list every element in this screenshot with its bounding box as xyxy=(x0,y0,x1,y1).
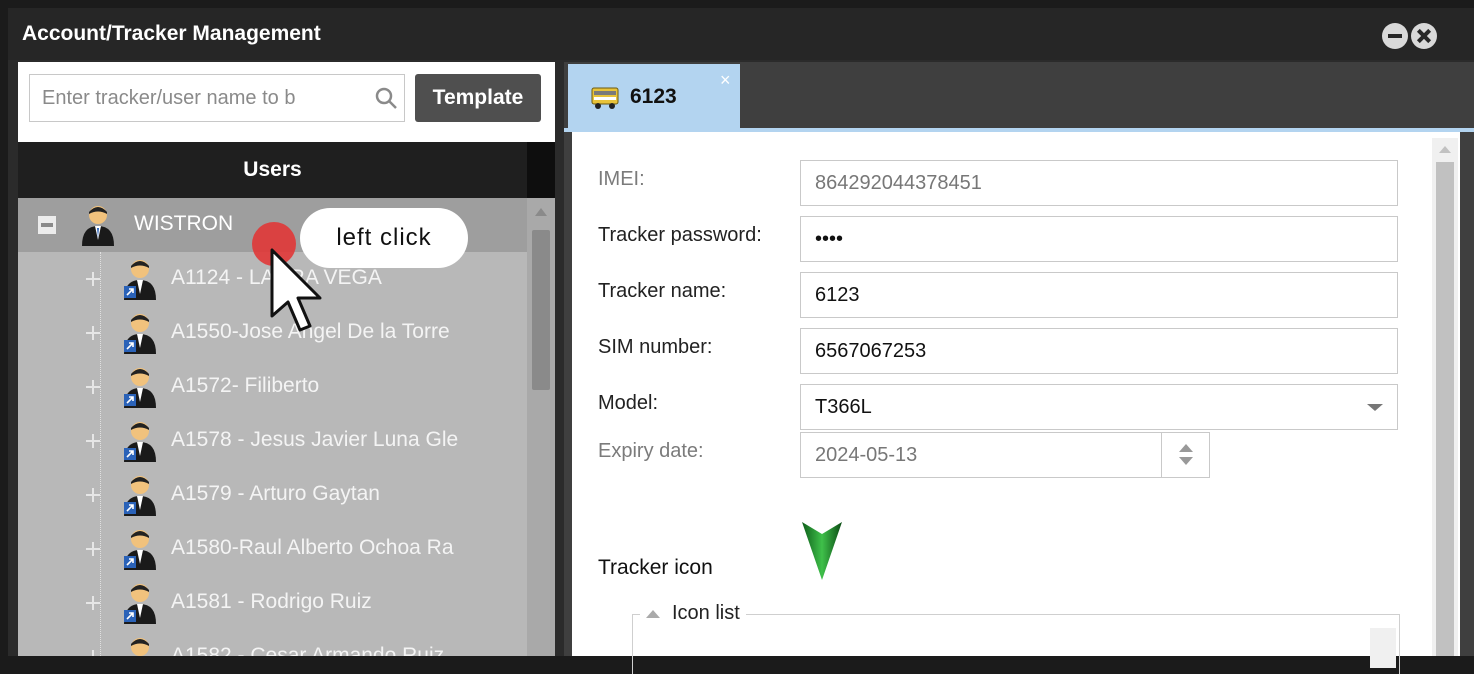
tracker-name-label: Tracker name: xyxy=(598,280,727,302)
user-icon xyxy=(124,476,156,516)
expiry-date-field[interactable]: 2024-05-13 xyxy=(800,432,1162,478)
header-scroll-gutter xyxy=(527,142,555,198)
scroll-up-icon[interactable] xyxy=(1439,146,1451,153)
tab-tracker[interactable]: 6123 × xyxy=(568,64,740,128)
expiry-label: Expiry date: xyxy=(598,440,704,462)
title-bar: Account/Tracker Management xyxy=(8,8,1474,60)
tracker-form: IMEI: 864292044378451 Tracker password: … xyxy=(572,132,1460,674)
user-icon xyxy=(124,260,156,300)
password-field[interactable]: •••• xyxy=(800,216,1398,262)
icon-list-label: Icon list xyxy=(672,602,740,624)
arrow-marker-icon[interactable] xyxy=(800,520,844,582)
icon-list-toggle[interactable]: Icon list xyxy=(640,602,746,625)
tree-item-label: A1581 - Rodrigo Ruiz xyxy=(171,590,372,613)
user-icon xyxy=(124,314,156,354)
expand-icon[interactable] xyxy=(86,596,100,610)
tracker-detail-panel: 6123 × IMEI: 864292044378451 Tracker pas… xyxy=(564,62,1474,674)
expand-icon[interactable] xyxy=(86,272,100,286)
imei-field: 864292044378451 xyxy=(800,160,1398,206)
expand-icon[interactable] xyxy=(86,488,100,502)
close-icon[interactable] xyxy=(1411,23,1437,49)
tree-item[interactable]: A1581 - Rodrigo Ruiz xyxy=(18,576,527,630)
form-scrollbar[interactable] xyxy=(1432,138,1458,656)
model-value: T366L xyxy=(815,396,872,418)
model-select[interactable]: T366L xyxy=(800,384,1398,430)
user-icon xyxy=(124,530,156,570)
user-tree-panel: Template Users WISTRON A1124 - LAURA VE xyxy=(18,62,555,656)
truck-icon xyxy=(591,87,619,109)
scroll-thumb[interactable] xyxy=(1436,162,1454,656)
tree-scrollbar[interactable] xyxy=(527,198,555,656)
tree-root-label: WISTRON xyxy=(134,212,234,235)
tree-item-label: A1578 - Jesus Javier Luna Gle xyxy=(171,428,459,451)
tree-item[interactable]: A1579 - Arturo Gaytan xyxy=(18,468,527,522)
tree-item-label: A1579 - Arturo Gaytan xyxy=(171,482,380,505)
minimize-icon[interactable] xyxy=(1382,23,1408,49)
user-icon xyxy=(124,584,156,624)
search-box xyxy=(29,74,405,122)
tree-item[interactable]: A1572- Filiberto xyxy=(18,360,527,414)
chevron-down-icon[interactable] xyxy=(1367,404,1383,411)
tree-item[interactable]: A1578 - Jesus Javier Luna Gle xyxy=(18,414,527,468)
collapse-up-icon[interactable] xyxy=(646,609,660,618)
scroll-thumb[interactable] xyxy=(532,230,550,390)
model-label: Model: xyxy=(598,392,659,414)
tree-item[interactable]: A1582 - Cesar Armando Ruiz xyxy=(18,630,527,656)
user-icon xyxy=(131,638,149,656)
icon-list-scrollbar[interactable] xyxy=(1370,628,1396,668)
user-icon xyxy=(82,206,114,246)
user-icon xyxy=(124,422,156,462)
password-label: Tracker password: xyxy=(598,224,762,246)
spinner-up-icon[interactable] xyxy=(1179,444,1193,452)
scroll-up-icon[interactable] xyxy=(535,208,547,216)
users-header: Users xyxy=(18,142,527,198)
expand-icon[interactable] xyxy=(86,434,100,448)
window-title: Account/Tracker Management xyxy=(22,22,321,45)
expand-icon[interactable] xyxy=(86,380,100,394)
expand-icon[interactable] xyxy=(86,542,100,556)
tree-item-label: A1572- Filiberto xyxy=(171,374,320,397)
search-icon[interactable] xyxy=(374,86,398,110)
tree-item-label: A1580-Raul Alberto Ochoa Ra xyxy=(171,536,454,559)
spinner-down-icon[interactable] xyxy=(1179,457,1193,465)
sim-label: SIM number: xyxy=(598,336,713,358)
sim-field[interactable]: 6567067253 xyxy=(800,328,1398,374)
tree-item-label: A1582 - Cesar Armando Ruiz xyxy=(171,644,445,656)
tree-item[interactable]: A1580-Raul Alberto Ochoa Ra xyxy=(18,522,527,576)
collapse-icon[interactable] xyxy=(38,216,56,234)
tracker-name-field[interactable]: 6123 xyxy=(800,272,1398,318)
tab-label: 6123 xyxy=(630,85,677,108)
account-tracker-window: Account/Tracker Management Template User… xyxy=(8,8,1474,674)
tab-close-icon[interactable]: × xyxy=(720,70,731,91)
user-icon xyxy=(124,368,156,408)
cursor-icon xyxy=(270,248,322,332)
template-button[interactable]: Template xyxy=(415,74,541,122)
expand-icon[interactable] xyxy=(86,326,100,340)
icon-list-group xyxy=(632,614,1400,674)
date-spinner[interactable] xyxy=(1162,432,1210,478)
expand-icon[interactable] xyxy=(86,650,100,656)
tracker-icon-label: Tracker icon xyxy=(598,556,713,579)
search-input[interactable] xyxy=(30,75,360,121)
imei-label: IMEI: xyxy=(598,168,645,190)
